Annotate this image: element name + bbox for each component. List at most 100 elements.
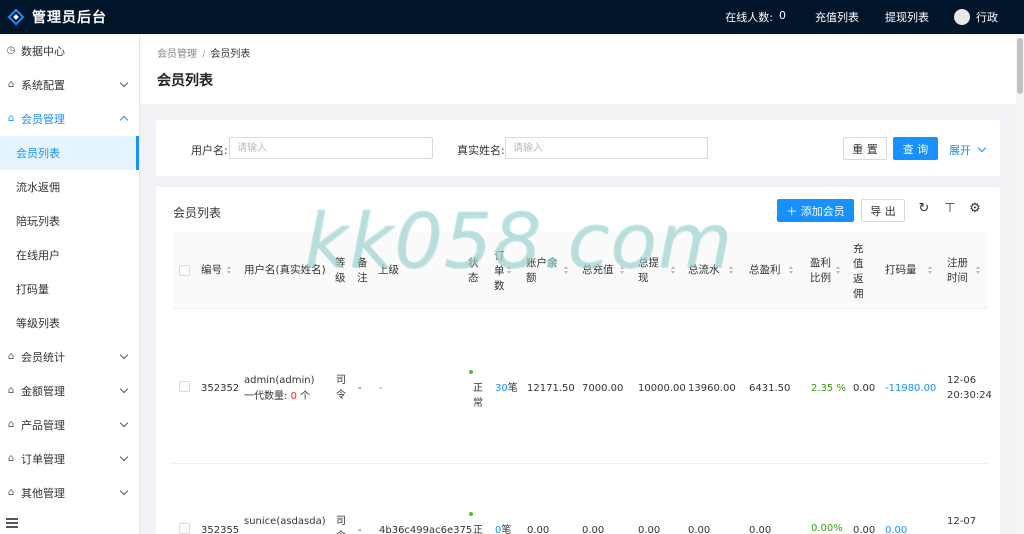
row-checkbox[interactable] (179, 381, 190, 392)
member-table-card: 会员列表 ＋ 添加会员 导 出 ↻ ⊤ ⚙ 编号 用户名(真实姓名) 等级 备注… (156, 187, 1000, 534)
sort-icon[interactable] (976, 266, 981, 275)
sort-icon[interactable] (227, 266, 232, 275)
query-button[interactable]: 查 询 (893, 137, 938, 160)
sidebar-subitem-online-users[interactable]: 在线用户 (0, 238, 139, 272)
sidebar-subitem-flow-rebate[interactable]: 流水返佣 (0, 170, 139, 204)
status-dot (469, 370, 473, 374)
export-button[interactable]: 导 出 (861, 199, 905, 222)
sidebar-subitem-member-list[interactable]: 会员列表 (0, 136, 139, 170)
home-icon: ⌂ (7, 79, 15, 90)
cell-parent[interactable]: - (379, 381, 383, 396)
logo-icon (7, 8, 25, 26)
chevron-down-icon (119, 452, 129, 462)
home-icon: ⌂ (7, 419, 15, 430)
chevron-down-icon (119, 384, 129, 394)
cell-total-recharge: 0.00 (582, 525, 605, 534)
expand-toggle[interactable]: 展开 (949, 142, 987, 158)
cell-register-time: 12-07 (947, 516, 977, 527)
cell-balance: 12171.50 (527, 383, 575, 394)
cell-total-recharge: 7000.00 (582, 383, 624, 394)
cell-profit-ratio: 0.00% (811, 523, 843, 534)
realname-input[interactable] (505, 137, 708, 159)
cell-total-withdraw: 10000.00 (638, 383, 686, 394)
sidebar: ◷ 数据中心 ⌂ 系统配置 ⌂ 会员管理 会员列表 流水返佣 陪玩列表 在线用户… (0, 34, 140, 534)
status-dot (469, 512, 473, 516)
breadcrumb: 会员管理 / 会员列表 (157, 49, 251, 60)
home-icon: ⌂ (7, 487, 15, 498)
sort-icon[interactable] (620, 266, 625, 275)
realname-label: 真实姓名: (457, 144, 505, 157)
refresh-icon[interactable]: ↻ (917, 202, 931, 216)
cell-level: 司令 (336, 516, 346, 534)
sort-icon[interactable] (836, 266, 841, 275)
sort-icon[interactable] (928, 266, 933, 275)
chevron-down-icon (119, 78, 129, 88)
sidebar-item-other-management[interactable]: ⌂ 其他管理 (0, 476, 139, 510)
cell-parent[interactable]: 4b36c499ac6e375 (379, 523, 472, 534)
logo-text: 管理员后台 (32, 10, 107, 26)
cell-username: sunice(asdasda) (244, 516, 326, 527)
page-title: 会员列表 (157, 73, 213, 89)
cell-remark: - (358, 383, 362, 394)
col-username: 用户名(真实姓名) (244, 264, 326, 276)
menu-fold-icon[interactable] (6, 518, 18, 528)
sidebar-item-member-stats[interactable]: ⌂ 会员统计 (0, 340, 139, 374)
breadcrumb-current: 会员列表 (210, 49, 251, 60)
sidebar-subitem-companion-list[interactable]: 陪玩列表 (0, 204, 139, 238)
sidebar-item-amount-management[interactable]: ⌂ 金额管理 (0, 374, 139, 408)
username-label: 用户名: (191, 144, 228, 157)
cell-total-profit: 6431.50 (749, 383, 791, 394)
cell-orders: 0笔 (495, 525, 512, 534)
cell-register-time: 12-06 20:30:24 (947, 375, 992, 401)
recharge-list-link[interactable]: 充值列表 (802, 9, 872, 25)
search-form: 用户名: 真实姓名: 重 置 查 询 展开 (156, 120, 1000, 176)
sort-icon[interactable] (564, 266, 569, 275)
clock-icon: ◷ (6, 45, 16, 56)
cell-status: 正 (473, 525, 483, 534)
col-level: 等级 (335, 257, 346, 284)
cell-remark: - (358, 525, 362, 534)
cell-total-withdraw: 0.00 (638, 525, 661, 534)
add-member-button[interactable]: ＋ 添加会员 (777, 199, 854, 222)
first-gen-count-link[interactable]: 0 (291, 391, 297, 402)
cell-total-flow: 0.00 (688, 525, 711, 534)
sort-icon[interactable] (671, 266, 676, 275)
col-remark: 备注 (357, 257, 368, 284)
top-bar: 管理员后台 在线人数: 0 充值列表 提现列表 行政 (0, 0, 1024, 34)
chevron-down-icon (119, 418, 129, 428)
home-icon: ⌂ (7, 385, 15, 396)
reset-button[interactable]: 重 置 (843, 137, 887, 160)
chevron-down-icon (977, 143, 987, 153)
col-total-profit: 总盈利 (749, 264, 781, 276)
sidebar-subitem-level-list[interactable]: 等级列表 (0, 306, 139, 340)
sort-icon[interactable] (507, 266, 512, 275)
chevron-up-icon (119, 115, 129, 125)
column-height-icon[interactable]: ⊤ (943, 202, 957, 216)
user-menu[interactable]: 行政 (942, 9, 1024, 25)
page-scrollbar[interactable] (1016, 34, 1024, 534)
breadcrumb-parent[interactable]: 会员管理 (157, 49, 197, 60)
col-id[interactable]: 编号 (201, 263, 222, 278)
sort-icon[interactable] (729, 266, 734, 275)
orders-link[interactable]: 30 (495, 383, 508, 394)
settings-icon[interactable]: ⚙ (968, 202, 982, 216)
logo[interactable]: 管理员后台 (0, 7, 140, 27)
cell-bet-amount[interactable]: 0.00 (885, 523, 907, 534)
sidebar-subitem-bet-amount[interactable]: 打码量 (0, 272, 139, 306)
sidebar-item-dashboard[interactable]: ◷ 数据中心 (0, 34, 139, 68)
cell-first-gen: 一代数量: 0 个 (244, 391, 311, 402)
col-recharge-rebate: 充值返佣 (853, 243, 864, 300)
sidebar-item-member-management[interactable]: ⌂ 会员管理 (0, 102, 139, 136)
page-header: 会员管理 / 会员列表 会员列表 (140, 34, 1016, 104)
cell-bet-amount[interactable]: -11980.00 (885, 381, 936, 396)
sidebar-item-order-management[interactable]: ⌂ 订单管理 (0, 442, 139, 476)
row-checkbox[interactable] (179, 523, 190, 534)
username-input[interactable] (229, 137, 433, 159)
withdraw-list-link[interactable]: 提现列表 (872, 9, 942, 25)
sidebar-item-system-config[interactable]: ⌂ 系统配置 (0, 68, 139, 102)
select-all-checkbox[interactable] (179, 265, 190, 276)
col-total-recharge: 总充值 (582, 264, 614, 276)
sidebar-item-product-management[interactable]: ⌂ 产品管理 (0, 408, 139, 442)
home-icon: ⌂ (7, 113, 15, 124)
sort-icon[interactable] (789, 266, 794, 275)
